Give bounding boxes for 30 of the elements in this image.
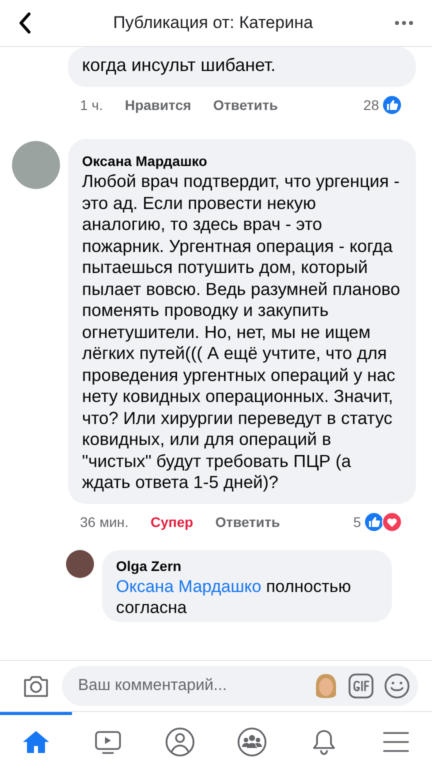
thumbs-up-icon	[382, 95, 402, 115]
reaction-count: 28	[363, 97, 379, 113]
comment-box[interactable]: Ваш комментарий...	[62, 666, 418, 706]
emoji-icon[interactable]	[384, 673, 410, 699]
comment-text: когда инсульт шибанет.	[82, 54, 277, 77]
reply-button[interactable]: Ответить	[215, 514, 280, 530]
camera-icon[interactable]	[22, 674, 50, 698]
groups-icon	[237, 726, 267, 756]
menu-icon	[382, 730, 410, 754]
react-button[interactable]: Нравится	[124, 97, 192, 113]
comment-time: 1 ч.	[80, 97, 103, 113]
react-button[interactable]: Супер	[150, 514, 194, 530]
author-name[interactable]: Olga Zern	[116, 558, 378, 574]
avatar	[12, 141, 60, 189]
home-icon	[22, 728, 50, 754]
author-name[interactable]: Оксана Мардашко	[82, 153, 402, 169]
gif-icon[interactable]	[348, 673, 374, 699]
reply-text: Оксана Мардашко полностью согласна	[116, 576, 352, 618]
comment-time: 36 мин.	[80, 514, 129, 530]
reaction-count: 5	[353, 514, 361, 530]
avatar	[66, 550, 94, 578]
mention-link[interactable]: Оксана Мардашко	[116, 576, 262, 596]
back-button[interactable]	[18, 12, 32, 34]
comment-text: Любой врач подтвердит, что ургенция - это ад. Если провести некую аналогию, то здесь врач - это пожарник. Ургентная операция - когда пытаешься потушить дом, который пылает вовсю. Ведь разумней планово поменять проводку и закупить огнетушители. Но, нет, мы не ищем лёгких путей((( А ещё учтите, что для проведения ургентных операций у нас нету ковидных операционных. Значит, что? Или хирургии переведут в статус ковидных, или для операций в "чистых" будут требовать ПЦР (а ждать ответа 1-5 дней)?	[82, 171, 402, 494]
reply-button[interactable]: Ответить	[213, 97, 278, 113]
more-button[interactable]	[394, 20, 414, 26]
profile-icon	[165, 726, 195, 756]
bell-icon	[311, 728, 337, 756]
page-title: Публикация от: Катерина	[113, 13, 313, 33]
thumbs-up-icon	[364, 512, 384, 532]
